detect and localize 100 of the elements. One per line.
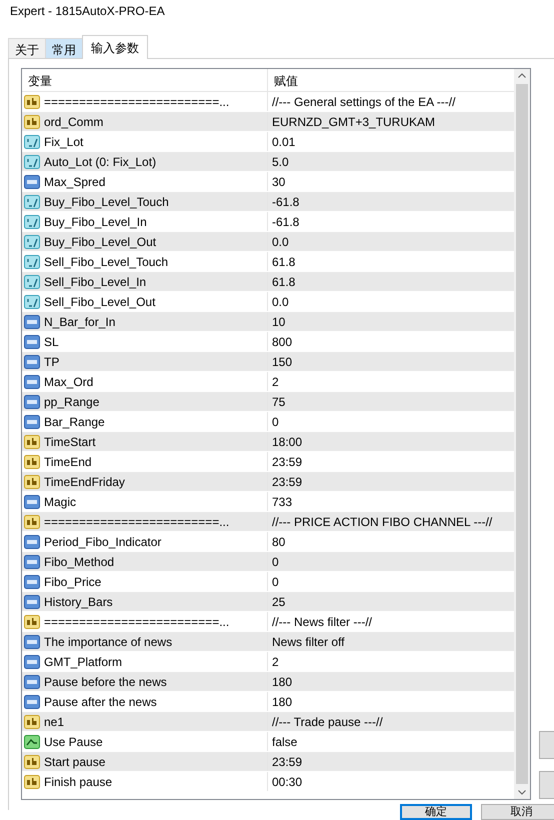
- parameter-value[interactable]: News filter off: [272, 634, 344, 648]
- string-type-icon: [24, 714, 40, 728]
- parameter-value[interactable]: 0.0: [272, 294, 289, 308]
- parameter-value[interactable]: false: [272, 734, 298, 748]
- integer-type-icon: [24, 594, 40, 608]
- integer-type-icon: [24, 674, 40, 688]
- parameter-value[interactable]: 150: [272, 354, 292, 368]
- parameter-value[interactable]: 75: [272, 394, 286, 408]
- parameter-value[interactable]: 180: [272, 674, 292, 688]
- tab[interactable]: 关于: [8, 38, 46, 58]
- parameter-value[interactable]: 80: [272, 534, 286, 548]
- string-type-icon: [24, 514, 40, 528]
- integer-type-icon: [24, 314, 40, 328]
- parameter-value[interactable]: 61.8: [272, 274, 296, 288]
- string-type-icon: [24, 474, 40, 488]
- parameter-value[interactable]: 2: [272, 654, 279, 668]
- integer-type-icon: [24, 494, 40, 508]
- parameter-name: =========================...: [44, 94, 230, 108]
- parameter-value[interactable]: 23:59: [272, 754, 302, 768]
- parameter-name: Sell_Fibo_Level_Out: [44, 294, 156, 308]
- parameter-value[interactable]: 0.0: [272, 234, 289, 248]
- window-title: Expert - 1815AutoX-PRO-EA: [9, 3, 166, 20]
- parameter-name: Max_Spred: [44, 174, 106, 188]
- parameter-name: SL: [44, 334, 59, 348]
- parameter-name: =========================...: [44, 614, 230, 628]
- integer-type-icon: [24, 574, 40, 588]
- string-type-icon: [24, 754, 40, 768]
- side-button[interactable]: [539, 731, 554, 759]
- parameter-value[interactable]: 00:30: [272, 774, 302, 788]
- integer-type-icon: [24, 394, 40, 408]
- parameter-value[interactable]: //--- PRICE ACTION FIBO CHANNEL ---//: [272, 514, 492, 528]
- parameter-value[interactable]: 0: [272, 554, 279, 568]
- parameter-value[interactable]: 10: [272, 314, 286, 328]
- parameter-name: The importance of news: [44, 634, 172, 648]
- parameter-name: N_Bar_for_In: [44, 314, 116, 328]
- column-header[interactable]: 赋值: [268, 69, 514, 91]
- scroll-down-icon[interactable]: [518, 790, 526, 795]
- tab[interactable]: 常用: [45, 38, 83, 58]
- parameter-value[interactable]: -61.8: [272, 214, 300, 228]
- parameter-name: Pause before the news: [44, 674, 167, 688]
- parameter-name: pp_Range: [44, 394, 100, 408]
- parameter-value[interactable]: 25: [272, 594, 286, 608]
- parameter-value[interactable]: //--- News filter ---//: [272, 614, 372, 628]
- parameter-value[interactable]: //--- General settings of the EA ---//: [272, 94, 456, 108]
- string-type-icon: [24, 454, 40, 468]
- parameter-name: Bar_Range: [44, 414, 105, 428]
- parameter-name: Magic: [44, 494, 76, 508]
- parameter-value[interactable]: EURNZD_GMT+3_TURUKAM: [272, 114, 436, 128]
- parameter-value[interactable]: 2: [272, 374, 279, 388]
- parameter-name: TP: [44, 354, 60, 368]
- string-type-icon: [24, 774, 40, 788]
- side-button[interactable]: [539, 771, 554, 799]
- parameter-name: TimeEnd: [44, 454, 92, 468]
- integer-type-icon: [24, 174, 40, 188]
- scroll-up-icon[interactable]: [518, 73, 526, 78]
- parameter-value[interactable]: 23:59: [272, 474, 302, 488]
- number-type-icon: [24, 214, 40, 228]
- parameter-name: GMT_Platform: [44, 654, 122, 668]
- parameter-value[interactable]: 733: [272, 494, 292, 508]
- parameter-name: =========================...: [44, 514, 230, 528]
- number-type-icon: [24, 154, 40, 168]
- parameter-name: Sell_Fibo_Level_In: [44, 274, 146, 288]
- parameter-value[interactable]: //--- Trade pause ---//: [272, 714, 383, 728]
- integer-type-icon: [24, 634, 40, 648]
- string-type-icon: [24, 94, 40, 108]
- parameter-value[interactable]: 5.0: [272, 154, 289, 168]
- parameter-value[interactable]: 61.8: [272, 254, 296, 268]
- parameter-value[interactable]: 23:59: [272, 454, 302, 468]
- integer-type-icon: [24, 534, 40, 548]
- parameter-value[interactable]: 0.01: [272, 134, 296, 148]
- parameter-value[interactable]: 18:00: [272, 434, 302, 448]
- ok-button[interactable]: 确定: [400, 804, 472, 820]
- parameter-name: TimeEndFriday: [44, 474, 125, 488]
- parameter-name: ne1: [44, 714, 64, 728]
- cancel-button[interactable]: 取消: [481, 804, 554, 820]
- number-type-icon: [24, 134, 40, 148]
- parameter-name: Pause after the news: [44, 694, 157, 708]
- number-type-icon: [24, 294, 40, 308]
- integer-type-icon: [24, 374, 40, 388]
- parameter-value[interactable]: 800: [272, 334, 292, 348]
- parameter-value[interactable]: 0: [272, 414, 279, 428]
- string-type-icon: [24, 434, 40, 448]
- parameter-name: Start pause: [44, 754, 106, 768]
- parameter-value[interactable]: 0: [272, 574, 279, 588]
- parameter-name: ord_Comm: [44, 114, 104, 128]
- integer-type-icon: [24, 334, 40, 348]
- parameter-value[interactable]: 180: [272, 694, 292, 708]
- string-type-icon: [24, 114, 40, 128]
- integer-type-icon: [24, 354, 40, 368]
- parameter-value[interactable]: -61.8: [272, 194, 300, 208]
- parameter-value[interactable]: 30: [272, 174, 286, 188]
- parameter-name: Buy_Fibo_Level_In: [44, 214, 147, 228]
- scrollbar-thumb[interactable]: [516, 84, 528, 784]
- parameter-name: Fibo_Method: [44, 554, 114, 568]
- tab[interactable]: 输入参数: [82, 35, 148, 59]
- parameter-name: Fibo_Price: [44, 574, 102, 588]
- column-header[interactable]: 变量: [22, 69, 268, 91]
- parameter-name: Buy_Fibo_Level_Out: [44, 234, 156, 248]
- parameter-name: Finish pause: [44, 774, 112, 788]
- parameter-name: Period_Fibo_Indicator: [44, 534, 162, 548]
